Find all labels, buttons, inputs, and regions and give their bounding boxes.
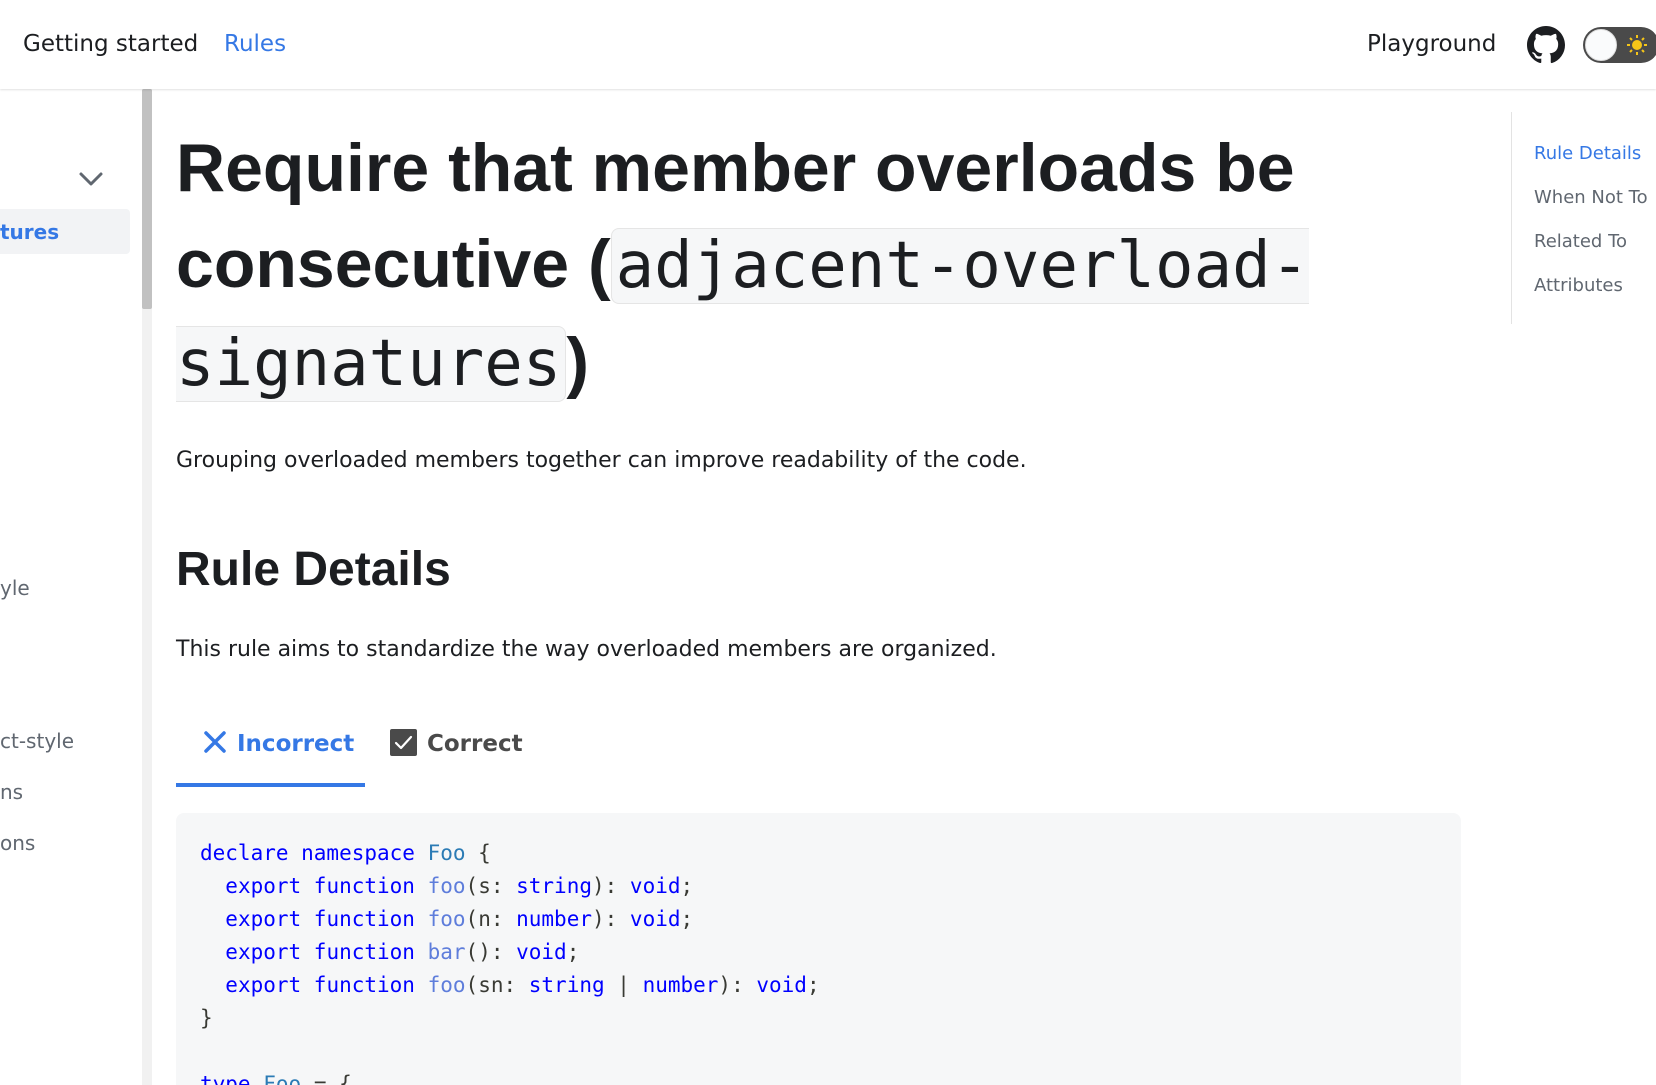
toc-item-attributes[interactable]: Attributes bbox=[1534, 273, 1623, 299]
sidebar-item[interactable]: ns bbox=[0, 779, 23, 805]
nav-link-rules[interactable]: Rules bbox=[224, 27, 286, 61]
tab-correct-label: Correct bbox=[427, 731, 523, 757]
toc-item-rule-details[interactable]: Rule Details bbox=[1534, 141, 1641, 167]
navbar: Getting started Rules Playground bbox=[0, 0, 1656, 89]
sun-icon bbox=[1627, 35, 1647, 55]
code-line: export function foo(sn: string | number)… bbox=[225, 973, 820, 997]
toc-item-when-not-to[interactable]: When Not To bbox=[1534, 185, 1648, 211]
nav-link-getting-started[interactable]: Getting started bbox=[23, 27, 198, 61]
toc-item-related-to[interactable]: Related To bbox=[1534, 229, 1627, 255]
section-paragraph: This rule aims to standardize the way ov… bbox=[176, 637, 997, 662]
code-line: export function bar(): void; bbox=[225, 940, 580, 964]
tab-incorrect[interactable]: Incorrect bbox=[176, 723, 365, 787]
sidebar-item[interactable]: ct-style bbox=[0, 728, 74, 754]
sidebar-item[interactable]: ons bbox=[0, 830, 35, 856]
page-title: Require that member overloads be consecu… bbox=[176, 120, 1506, 412]
code-line: export function foo(s: string): void; bbox=[225, 874, 694, 898]
code-line: declare namespace Foo { bbox=[200, 841, 491, 865]
check-icon bbox=[390, 729, 417, 756]
nav-link-playground[interactable]: Playground bbox=[1367, 27, 1496, 61]
chevron-down-icon[interactable] bbox=[78, 168, 104, 190]
table-of-contents: Rule Details When Not To Related To Attr… bbox=[1511, 112, 1656, 324]
page-title-close: ) bbox=[566, 324, 589, 400]
x-icon bbox=[204, 731, 226, 753]
section-heading-rule-details: Rule Details bbox=[176, 543, 451, 596]
intro-paragraph: Grouping overloaded members together can… bbox=[176, 448, 1027, 473]
code-line: export function foo(n: number): void; bbox=[225, 907, 694, 931]
toggle-knob bbox=[1585, 29, 1617, 61]
sidebar-item[interactable]: yle bbox=[0, 575, 30, 601]
code-block: declare namespace Foo { export function … bbox=[176, 813, 1461, 1085]
sidebar-item[interactable]: tures bbox=[0, 219, 59, 245]
code-line: type Foo = { bbox=[200, 1072, 352, 1085]
tab-correct[interactable]: Correct bbox=[390, 723, 523, 787]
sidebar-scrollbar-thumb[interactable] bbox=[142, 89, 152, 309]
tab-incorrect-label: Incorrect bbox=[237, 731, 355, 757]
code-line: } bbox=[200, 1006, 213, 1030]
dark-mode-toggle[interactable] bbox=[1583, 27, 1656, 63]
github-icon[interactable] bbox=[1527, 26, 1565, 64]
